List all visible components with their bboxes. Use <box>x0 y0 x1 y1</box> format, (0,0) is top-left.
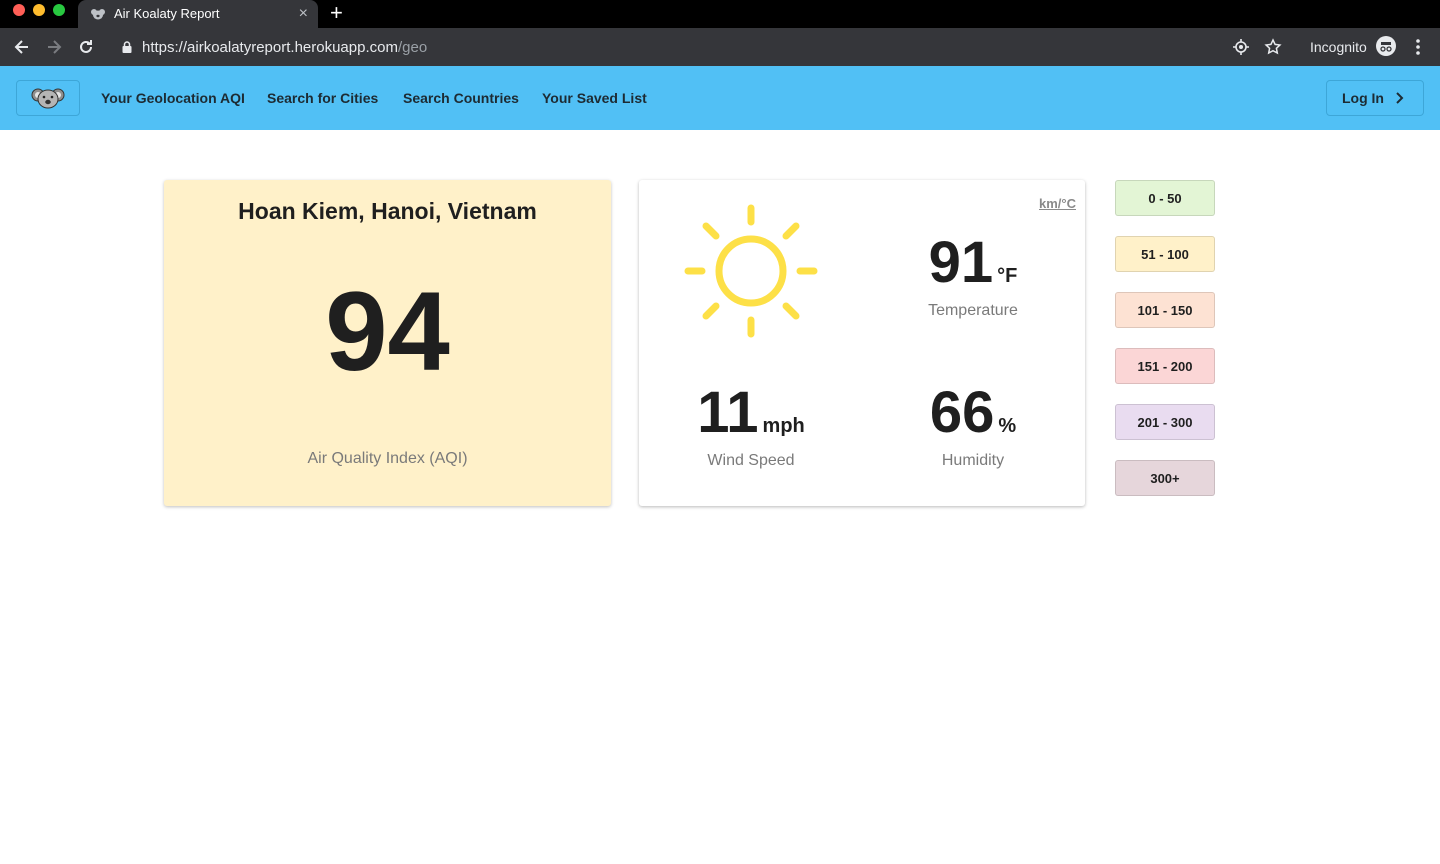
login-label: Log In <box>1342 90 1384 106</box>
close-window-button[interactable] <box>13 4 25 16</box>
lock-icon <box>122 41 132 53</box>
humidity-label: Humidity <box>941 452 1005 469</box>
reload-icon[interactable] <box>76 37 96 57</box>
legend-label: 0 - 50 <box>1148 190 1182 206</box>
nav-item-geolocation-aqi[interactable]: Your Geolocation AQI <box>101 90 245 106</box>
browser-tab[interactable]: Air Koalaty Report × <box>78 0 318 28</box>
minimize-window-button[interactable] <box>33 4 45 16</box>
legend-label: 101 - 150 <box>1137 302 1193 318</box>
nav-item-search-cities[interactable]: Search for Cities <box>267 90 378 106</box>
unit-toggle-link[interactable]: km/°C <box>1039 196 1076 211</box>
legend-item: 0 - 50 <box>1115 180 1215 216</box>
maximize-window-button[interactable] <box>53 4 65 16</box>
url-host: https://airkoalatyreport.herokuapp.com <box>142 38 398 56</box>
nav-item-search-countries[interactable]: Search Countries <box>403 90 519 106</box>
legend-item: 101 - 150 <box>1115 292 1215 328</box>
legend-item: 201 - 300 <box>1115 404 1215 440</box>
aqi-location-title: Hoan Kiem, Hanoi, Vietnam <box>238 198 537 224</box>
browser-tab-bar: Air Koalaty Report × + <box>0 0 1440 28</box>
temperature-value: 91 <box>928 230 994 295</box>
incognito-label: Incognito <box>1310 39 1367 55</box>
browser-menu-icon[interactable] <box>1410 36 1426 58</box>
back-arrow-icon[interactable] <box>12 37 32 57</box>
tab-title: Air Koalaty Report <box>114 6 220 21</box>
address-bar[interactable]: https://airkoalatyreport.herokuapp.com/g… <box>120 37 427 57</box>
legend-item: 300+ <box>1115 460 1215 496</box>
legend-item: 51 - 100 <box>1115 236 1215 272</box>
legend-label: 151 - 200 <box>1137 358 1193 374</box>
forward-arrow-icon[interactable] <box>44 37 64 57</box>
koala-favicon-icon <box>91 9 105 20</box>
humidity-value: 66 <box>929 380 995 445</box>
temperature-unit: °F <box>997 265 1018 287</box>
legend-item: 151 - 200 <box>1115 348 1215 384</box>
login-button[interactable]: Log In <box>1326 80 1424 116</box>
legend-label: 201 - 300 <box>1137 414 1193 430</box>
location-icon[interactable] <box>1231 37 1251 57</box>
wind-speed-label: Wind Speed <box>707 452 795 469</box>
legend-label: 300+ <box>1150 470 1180 486</box>
legend-label: 51 - 100 <box>1141 246 1189 262</box>
bookmark-star-icon[interactable] <box>1263 37 1283 57</box>
wind-speed-metric: 11 mph Wind Speed <box>661 382 841 470</box>
tab-close-icon[interactable]: × <box>299 4 308 24</box>
humidity-metric: 66 % Humidity <box>883 382 1063 470</box>
wind-speed-unit: mph <box>762 415 805 437</box>
aqi-value: 94 <box>325 269 450 394</box>
browser-toolbar: https://airkoalatyreport.herokuapp.com/g… <box>0 28 1440 66</box>
temperature-metric: 91 °F Temperature <box>883 232 1063 320</box>
new-tab-button[interactable]: + <box>330 2 343 24</box>
url-path: /geo <box>397 38 428 56</box>
home-logo-button[interactable] <box>16 80 80 116</box>
temperature-label: Temperature <box>928 302 1018 319</box>
koala-logo-icon <box>31 88 65 109</box>
weather-card: km/°C 91 °F Temperature 11 mph Wind Spee… <box>639 180 1085 506</box>
humidity-unit: % <box>998 415 1017 437</box>
wind-speed-value: 11 <box>697 380 759 445</box>
app-navbar: Your Geolocation AQI Search for Cities S… <box>0 66 1440 130</box>
aqi-caption: Air Quality Index (AQI) <box>307 450 468 467</box>
aqi-legend: 0 - 50 51 - 100 101 - 150 151 - 200 201 … <box>1115 180 1215 516</box>
chevron-right-icon <box>1396 92 1404 104</box>
nav-item-saved-list[interactable]: Your Saved List <box>542 90 647 106</box>
aqi-card: Hoan Kiem, Hanoi, Vietnam 94 Air Quality… <box>164 180 611 506</box>
incognito-icon[interactable] <box>1376 36 1396 56</box>
sun-icon <box>684 204 818 338</box>
